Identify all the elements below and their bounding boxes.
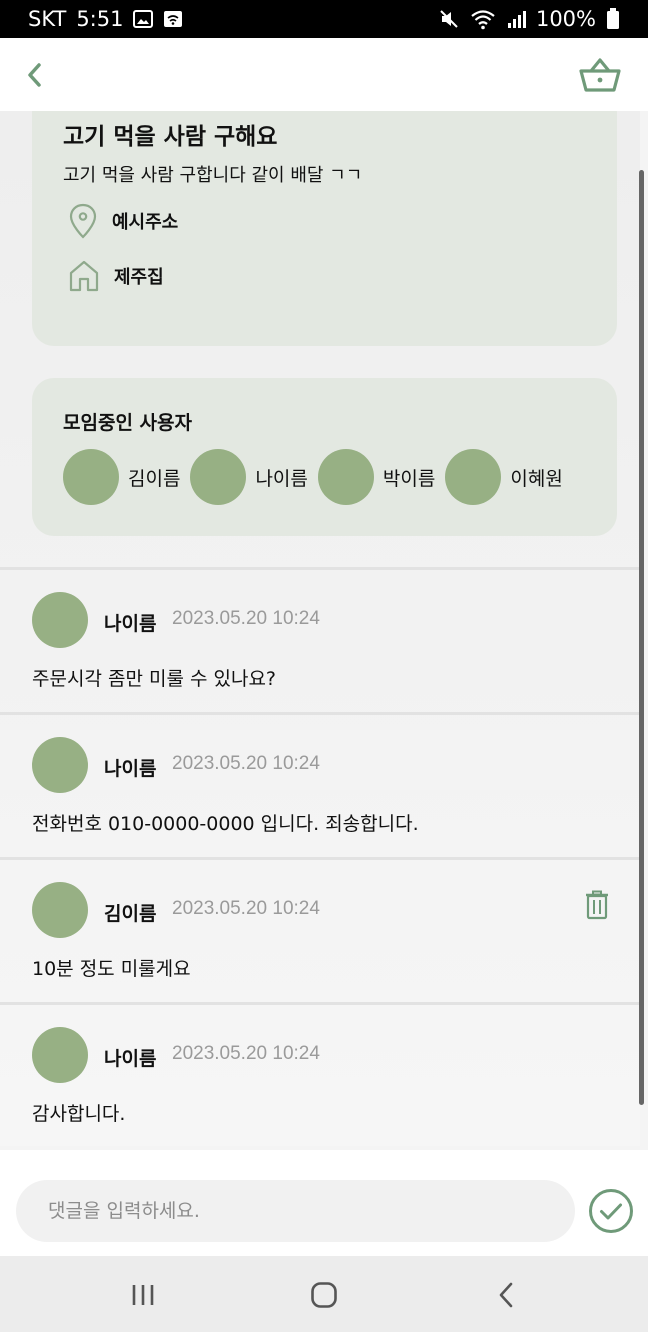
gallery-notification-icon — [133, 10, 154, 28]
member-item[interactable]: 박이름 — [317, 449, 436, 505]
location-pin-icon — [69, 203, 97, 239]
back-button[interactable] — [26, 60, 50, 90]
comment-bar — [0, 1150, 648, 1256]
comment-text: 감사합니다. — [32, 1103, 126, 1125]
mute-icon — [438, 8, 460, 30]
status-bar: SKT 5:51 100% — [0, 0, 648, 38]
member-item[interactable]: 나이름 — [190, 449, 308, 505]
status-right: 100% — [438, 7, 620, 31]
comment-author: 나이름 — [104, 613, 157, 635]
scrollbar[interactable] — [639, 170, 644, 1105]
comment-text: 10분 정도 미룰게요 — [32, 958, 191, 980]
avatar — [445, 449, 502, 505]
comment-time: 2023.05.20 10:24 — [172, 898, 320, 919]
member-name: 나이름 — [255, 467, 308, 490]
basket-button[interactable] — [578, 53, 622, 97]
member-item[interactable]: 이혜원 — [445, 449, 563, 505]
wifi-notification-icon — [163, 10, 183, 28]
avatar — [317, 449, 374, 505]
avatar — [63, 449, 119, 505]
comment-author: 나이름 — [104, 758, 157, 780]
chevron-left-icon — [28, 62, 41, 87]
members-card: 모임중인 사용자 김이름 나이름 박이름 이혜원 — [32, 378, 617, 536]
system-nav-bar — [0, 1256, 648, 1332]
avatar — [32, 592, 88, 648]
place-text: 제주집 — [114, 267, 164, 288]
member-name: 박이름 — [382, 467, 436, 490]
avatar — [32, 1027, 88, 1083]
battery-label: 100% — [535, 7, 596, 31]
submit-comment-button[interactable] — [588, 1188, 634, 1234]
comment-author: 나이름 — [104, 1048, 157, 1070]
comment-list: 나이름 2023.05.20 10:24 주문시각 좀만 미룰 수 있나요? 나… — [0, 567, 640, 1146]
members-title: 모임중인 사용자 — [63, 412, 192, 434]
avatar — [32, 882, 88, 938]
check-circle-icon — [589, 1189, 633, 1233]
post-detail-content[interactable]: 고기 먹을 사람 구해요 고기 먹을 사람 구합니다 같이 배달 ㄱㄱ 예시주소… — [0, 111, 640, 1146]
post-card: 고기 먹을 사람 구해요 고기 먹을 사람 구합니다 같이 배달 ㄱㄱ 예시주소… — [32, 111, 617, 346]
member-name: 김이름 — [128, 467, 181, 490]
home-button[interactable] — [304, 1280, 344, 1310]
signal-icon — [506, 9, 526, 29]
comment-time: 2023.05.20 10:24 — [172, 1043, 320, 1064]
comment-item: 나이름 2023.05.20 10:24 전화번호 010-0000-0000 … — [0, 712, 640, 857]
avatar — [32, 737, 88, 793]
comment-author: 김이름 — [104, 903, 157, 925]
post-body: 고기 먹을 사람 구합니다 같이 배달 ㄱㄱ — [63, 165, 363, 186]
basket-icon — [579, 57, 621, 92]
comment-time: 2023.05.20 10:24 — [172, 608, 320, 629]
battery-icon — [606, 8, 620, 30]
system-back-button[interactable] — [486, 1280, 526, 1310]
home-icon — [69, 260, 99, 292]
member-item[interactable]: 김이름 — [63, 449, 180, 505]
address-text: 예시주소 — [112, 212, 179, 233]
post-title: 고기 먹을 사람 구해요 — [63, 124, 278, 150]
place-row: 제주집 — [68, 259, 164, 293]
trash-icon — [586, 890, 608, 920]
comment-time: 2023.05.20 10:24 — [172, 753, 320, 774]
chevron-left-icon — [499, 1282, 513, 1308]
comment-input[interactable] — [16, 1180, 575, 1242]
address-row: 예시주소 — [68, 203, 178, 239]
status-left: SKT 5:51 — [28, 7, 183, 31]
members-list: 김이름 나이름 박이름 이혜원 — [63, 449, 573, 505]
recent-apps-button[interactable] — [123, 1280, 163, 1310]
recent-apps-icon — [132, 1285, 154, 1305]
home-circle-icon — [311, 1282, 337, 1308]
comment-text: 주문시각 좀만 미룰 수 있나요? — [32, 668, 277, 690]
wifi-icon — [470, 8, 496, 30]
comment-item: 김이름 2023.05.20 10:24 10분 정도 미룰게요 — [0, 857, 640, 1002]
avatar — [190, 449, 247, 505]
clock: 5:51 — [76, 7, 124, 31]
carrier-label: SKT — [28, 7, 67, 31]
delete-comment-button[interactable] — [584, 890, 610, 920]
comment-item: 나이름 2023.05.20 10:24 감사합니다. — [0, 1002, 640, 1146]
comment-item: 나이름 2023.05.20 10:24 주문시각 좀만 미룰 수 있나요? — [0, 567, 640, 712]
comment-text: 전화번호 010-0000-0000 입니다. 죄송합니다. — [32, 813, 419, 835]
member-name: 이혜원 — [510, 467, 563, 490]
app-header — [0, 38, 648, 111]
